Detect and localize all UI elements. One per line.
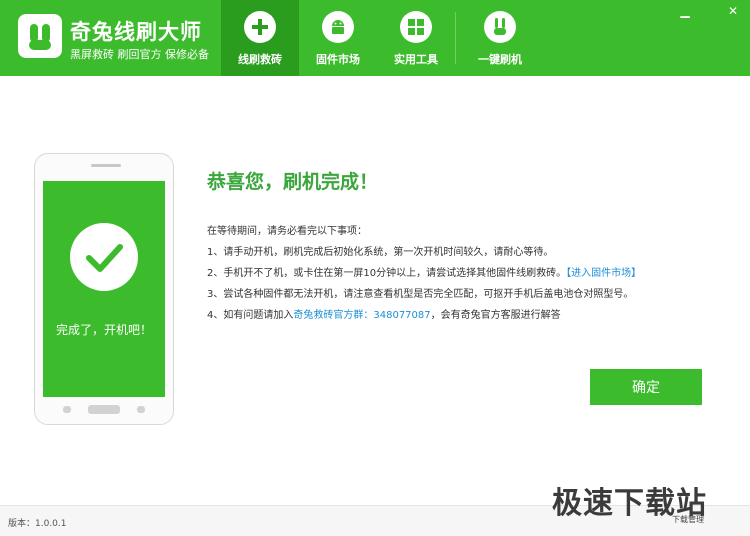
tab-label: 线刷救砖 (238, 53, 282, 66)
phone-screen: 完成了，开机吧！ (43, 181, 165, 397)
app-subtitle: 黑屏救砖 刷回官方 保修必备 (70, 48, 209, 61)
firmware-market-link[interactable]: 【进入固件市场】 (566, 268, 641, 279)
note-item-4-prefix: 4、如有问题请加入 (207, 310, 294, 321)
tab-firmware-market[interactable]: 固件市场 (299, 0, 377, 76)
tab-label: 一键刷机 (478, 53, 522, 66)
rabbit-logo-icon (18, 14, 62, 58)
note-item-2-text: 2、手机开不了机，或卡住在第一屏10分钟以上，请尝试选择其他固件线刷救砖。 (207, 268, 567, 279)
app-title: 奇兔线刷大师 (70, 20, 202, 44)
version-label: 版本：1.0.0.1 (8, 519, 67, 529)
success-heading: 恭喜您，刷机完成！ (207, 171, 379, 193)
close-button[interactable]: ✕ (722, 2, 744, 20)
note-item-4-suffix: ，会有奇兔官方客服进行解答 (430, 310, 561, 321)
note-item-1: 1、请手动开机，刷机完成后初始化系统，第一次开机时间较久，请耐心等待。 (207, 247, 554, 258)
note-item-3: 3、尝试各种固件都无法开机，请注意查看机型是否完全匹配，可抠开手机后盖电池仓对照… (207, 289, 634, 300)
android-icon (322, 11, 354, 43)
phone-back-key (63, 406, 71, 413)
watermark-subtext: 下载管理 (672, 515, 704, 524)
plus-grid-icon (244, 11, 276, 43)
minimize-button[interactable]: ▁ (674, 2, 696, 20)
confirm-button[interactable]: 确定 (590, 369, 702, 405)
tab-one-click-flash[interactable]: 一键刷机 (461, 0, 539, 76)
check-icon (70, 223, 138, 291)
tab-utilities[interactable]: 实用工具 (377, 0, 455, 76)
phone-speaker (91, 164, 121, 167)
tab-divider (455, 12, 456, 64)
support-group-link[interactable]: 奇兔救砖官方群：348077087 (293, 310, 430, 321)
phone-menu-key (137, 406, 145, 413)
rabbit-icon (484, 11, 516, 43)
notes-intro: 在等待期间，请务必看完以下事项： (207, 226, 367, 237)
tab-label: 固件市场 (316, 53, 360, 66)
note-item-4: 4、如有问题请加入奇兔救砖官方群：348077087，会有奇兔官方客服进行解答 (207, 306, 561, 321)
note-item-2: 2、手机开不了机，或卡住在第一屏10分钟以上，请尝试选择其他固件线刷救砖。【进入… (207, 264, 641, 279)
phone-illustration: 完成了，开机吧！ (34, 153, 174, 425)
screen-status-text: 完成了，开机吧！ (55, 323, 152, 337)
title-bar: 奇兔线刷大师 黑屏救砖 刷回官方 保修必备 线刷救砖 固件市场 实用工具 一键刷… (0, 0, 750, 76)
tab-label: 实用工具 (394, 53, 438, 66)
tab-flash-rescue[interactable]: 线刷救砖 (221, 0, 299, 76)
phone-home-key (88, 405, 120, 414)
grid-icon (400, 11, 432, 43)
